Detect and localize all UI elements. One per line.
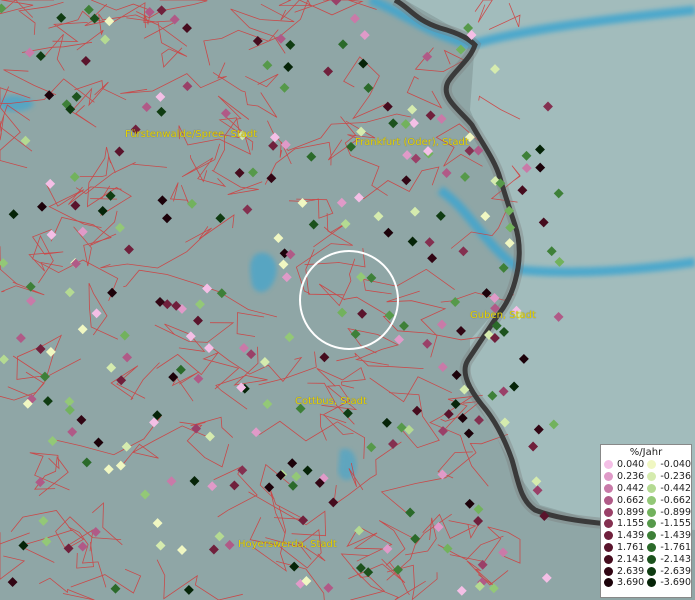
legend-swatch [647, 460, 657, 470]
city-label: Guben, Stadt [470, 310, 536, 321]
legend-title: %/Jahr [629, 447, 663, 458]
legend-swatch [604, 495, 613, 505]
legend-swatch [647, 554, 657, 564]
legend-label: -0.899 [660, 506, 691, 518]
legend-label: -2.639 [660, 565, 691, 577]
legend-entry: -2.143 [647, 553, 691, 565]
legend-swatch [647, 566, 657, 576]
legend-entry: -1.761 [647, 542, 691, 554]
city-label: Hoyerswerda, Stadt [238, 539, 337, 550]
legend-entry: 0.442 [604, 483, 647, 495]
legend-entry: -0.899 [647, 506, 691, 518]
legend-entry: 0.899 [604, 506, 647, 518]
legend-swatch [604, 483, 613, 493]
legend-label: -0.442 [660, 482, 691, 494]
map-legend: %/Jahr 0.040 0.236 0.442 0.662 0.899 1.155 1.4… [600, 444, 692, 598]
legend-swatch [647, 507, 657, 517]
map-view[interactable]: Fürstenwalde/Spree, Stadt Frankfurt (Ode… [0, 0, 695, 600]
legend-swatch [647, 542, 657, 552]
legend-label: 0.236 [617, 471, 645, 483]
legend-label: -1.761 [660, 541, 691, 553]
legend-label: -1.155 [660, 518, 691, 530]
city-label: Fürstenwalde/Spree, Stadt [125, 129, 258, 140]
city-label: Cottbus, Stadt [295, 396, 367, 407]
city-label: Frankfurt (Oder), Stadt [355, 137, 469, 148]
legend-swatch [604, 507, 613, 517]
legend-entry: 0.236 [604, 471, 647, 483]
legend-swatch [604, 566, 613, 576]
legend-label: 1.761 [617, 541, 645, 553]
legend-label: -0.662 [660, 494, 691, 506]
legend-swatch [647, 472, 657, 482]
legend-entry: 3.690 [604, 577, 647, 589]
legend-label: 2.639 [617, 565, 645, 577]
legend-label: 2.143 [617, 553, 645, 565]
legend-swatch [647, 578, 657, 588]
legend-swatch [604, 554, 613, 564]
legend-entry: 2.639 [604, 565, 647, 577]
legend-entry: -0.442 [647, 483, 691, 495]
legend-label: 1.155 [617, 518, 645, 530]
legend-swatch [604, 472, 613, 482]
legend-entry: 1.155 [604, 518, 647, 530]
legend-label: -1.439 [660, 530, 691, 542]
legend-swatch [604, 531, 613, 541]
legend-entry: -0.662 [647, 494, 691, 506]
legend-swatch [604, 578, 613, 588]
legend-swatch [647, 531, 657, 541]
legend-entry: -1.439 [647, 530, 691, 542]
legend-entry: 1.439 [604, 530, 647, 542]
legend-label: 3.690 [617, 577, 645, 589]
legend-swatch [647, 495, 657, 505]
legend-negative-column: -0.040 -0.236 -0.442 -0.662 -0.899 -1.155 -1.4… [647, 459, 691, 589]
legend-entry: -1.155 [647, 518, 691, 530]
legend-label: 0.662 [617, 494, 645, 506]
legend-positive-column: 0.040 0.236 0.442 0.662 0.899 1.155 1.439 1.761… [604, 459, 647, 589]
legend-label: 0.442 [617, 482, 645, 494]
legend-swatch [604, 460, 613, 470]
legend-entry: 0.040 [604, 459, 647, 471]
legend-label: -0.040 [660, 459, 691, 471]
legend-entry: -0.236 [647, 471, 691, 483]
legend-entry: -0.040 [647, 459, 691, 471]
legend-swatch [647, 519, 657, 529]
legend-label: -3.690 [660, 577, 691, 589]
legend-label: 0.040 [617, 459, 645, 471]
legend-label: -0.236 [660, 471, 691, 483]
legend-entry: -3.690 [647, 577, 691, 589]
legend-label: 1.439 [617, 530, 645, 542]
legend-swatch [604, 542, 613, 552]
legend-swatch [647, 483, 657, 493]
legend-entry: 2.143 [604, 553, 647, 565]
legend-label: -2.143 [660, 553, 691, 565]
legend-entry: -2.639 [647, 565, 691, 577]
legend-entry: 0.662 [604, 494, 647, 506]
legend-entry: 1.761 [604, 542, 647, 554]
map-canvas [0, 0, 695, 600]
legend-label: 0.899 [617, 506, 645, 518]
legend-swatch [604, 519, 613, 529]
